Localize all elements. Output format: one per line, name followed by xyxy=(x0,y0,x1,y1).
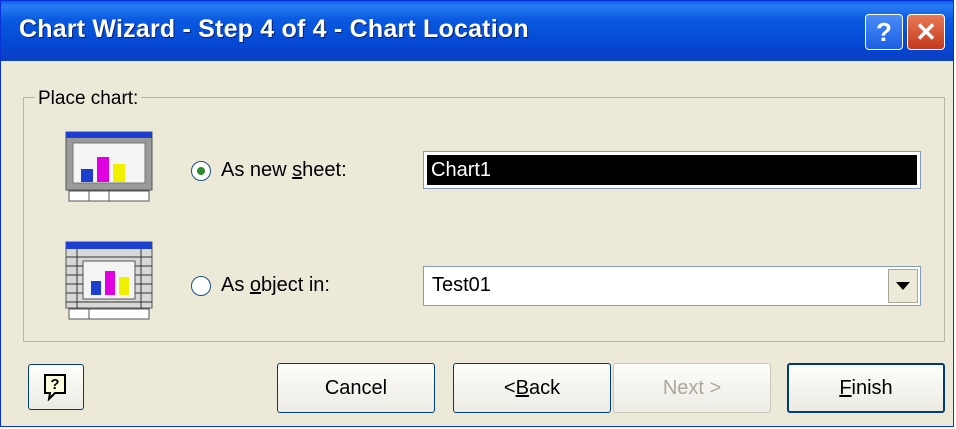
as-object-in-radio[interactable] xyxy=(191,275,211,296)
chart-wizard-dialog: Chart Wizard - Step 4 of 4 - Chart Locat… xyxy=(0,0,954,427)
embedded-chart-icon xyxy=(65,241,153,320)
as-new-sheet-radio[interactable] xyxy=(191,160,211,181)
as-object-in-label: As object in: xyxy=(221,274,330,296)
cancel-button[interactable]: Cancel xyxy=(277,363,435,413)
window-title: Chart Wizard - Step 4 of 4 - Chart Locat… xyxy=(19,15,529,43)
as-new-sheet-label: As new sheet: xyxy=(221,159,347,181)
new-sheet-name-field[interactable]: Chart1 xyxy=(423,151,921,189)
help-button[interactable]: ? xyxy=(28,364,84,410)
new-sheet-name-value[interactable]: Chart1 xyxy=(427,155,917,185)
dropdown-arrow-button[interactable] xyxy=(888,269,918,303)
next-button[interactable]: Next > xyxy=(613,363,771,413)
back-button[interactable]: < Back xyxy=(453,363,611,413)
title-help-button[interactable]: ? xyxy=(865,14,903,50)
close-button[interactable]: ✕ xyxy=(907,14,945,50)
help-balloon-icon: ? xyxy=(44,374,66,401)
chevron-down-icon xyxy=(896,282,910,290)
as-new-sheet-option[interactable]: As new sheet: xyxy=(191,159,347,182)
place-chart-label: Place chart: xyxy=(35,88,142,110)
help-glyph: ? xyxy=(50,376,59,393)
finish-button[interactable]: Finish xyxy=(787,363,945,413)
title-bar[interactable]: Chart Wizard - Step 4 of 4 - Chart Locat… xyxy=(1,1,953,61)
new-sheet-chart-icon xyxy=(65,131,153,202)
object-in-select[interactable]: Test01 xyxy=(423,266,921,306)
object-in-value: Test01 xyxy=(432,274,491,296)
as-object-in-option[interactable]: As object in: xyxy=(191,274,330,297)
